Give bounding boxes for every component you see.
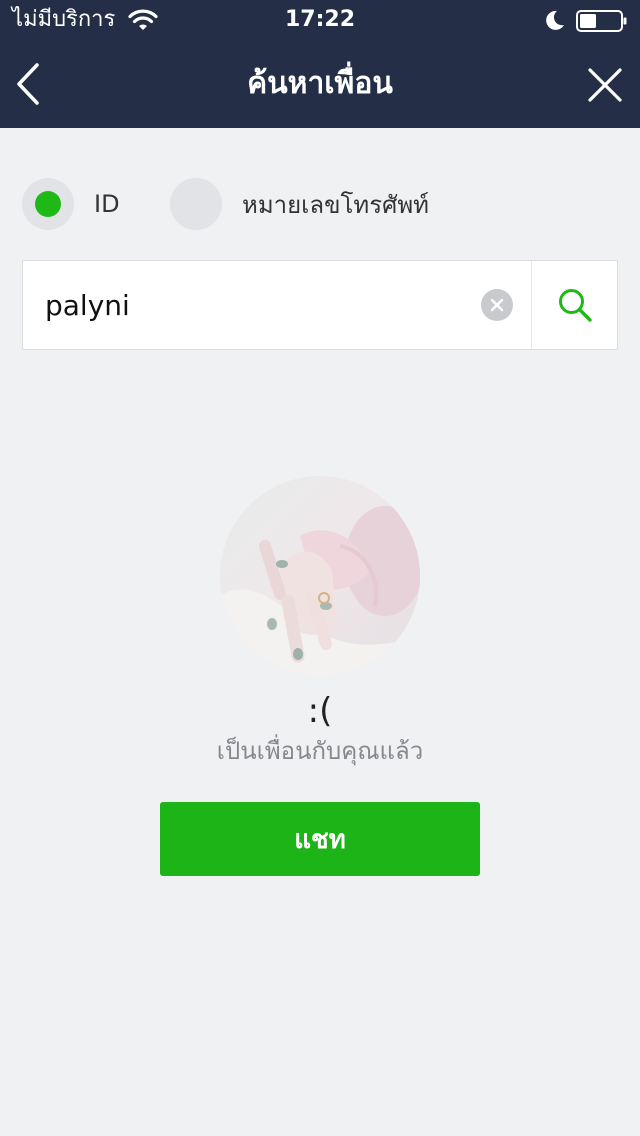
search-box [22,260,618,350]
result-name: :( [307,691,333,731]
radio-selected-dot [35,191,61,217]
carrier-label: ไม่มีบริการ [12,7,116,32]
avatar [220,476,420,676]
search-type-selector: ID หมายเลขโทรศัพท์ [0,176,640,232]
radio-button-selected[interactable] [22,178,74,230]
wifi-icon [128,9,158,30]
radio-label-id: ID [94,190,120,218]
close-button[interactable] [582,62,628,108]
search-button[interactable] [532,261,618,349]
search-icon [559,289,592,322]
close-icon [588,68,622,102]
back-button[interactable] [6,58,50,110]
search-input[interactable] [23,261,479,349]
page-title: ค้นหาเพื่อน [247,66,393,101]
clear-button[interactable] [481,289,513,321]
chat-button[interactable]: แชท [160,802,480,876]
battery-icon [576,10,627,32]
profile-photo [220,476,420,676]
top-bar: ไม่มีบริการ 17:22 ค้นหาเพื่อน [0,0,640,128]
clear-icon [490,298,504,312]
radio-option-phone[interactable]: หมายเลขโทรศัพท์ [170,176,429,232]
radio-option-id[interactable]: ID [22,176,120,232]
moon-icon [546,10,564,30]
friend-status-text: เป็นเพื่อนกับคุณแล้ว [216,737,424,765]
radio-button-unselected[interactable] [170,178,222,230]
nav-bar: ค้นหาเพื่อน [0,40,640,128]
chevron-left-icon [17,63,39,105]
radio-label-phone: หมายเลขโทรศัพท์ [242,190,429,219]
status-bar: ไม่มีบริการ 17:22 [0,0,640,40]
